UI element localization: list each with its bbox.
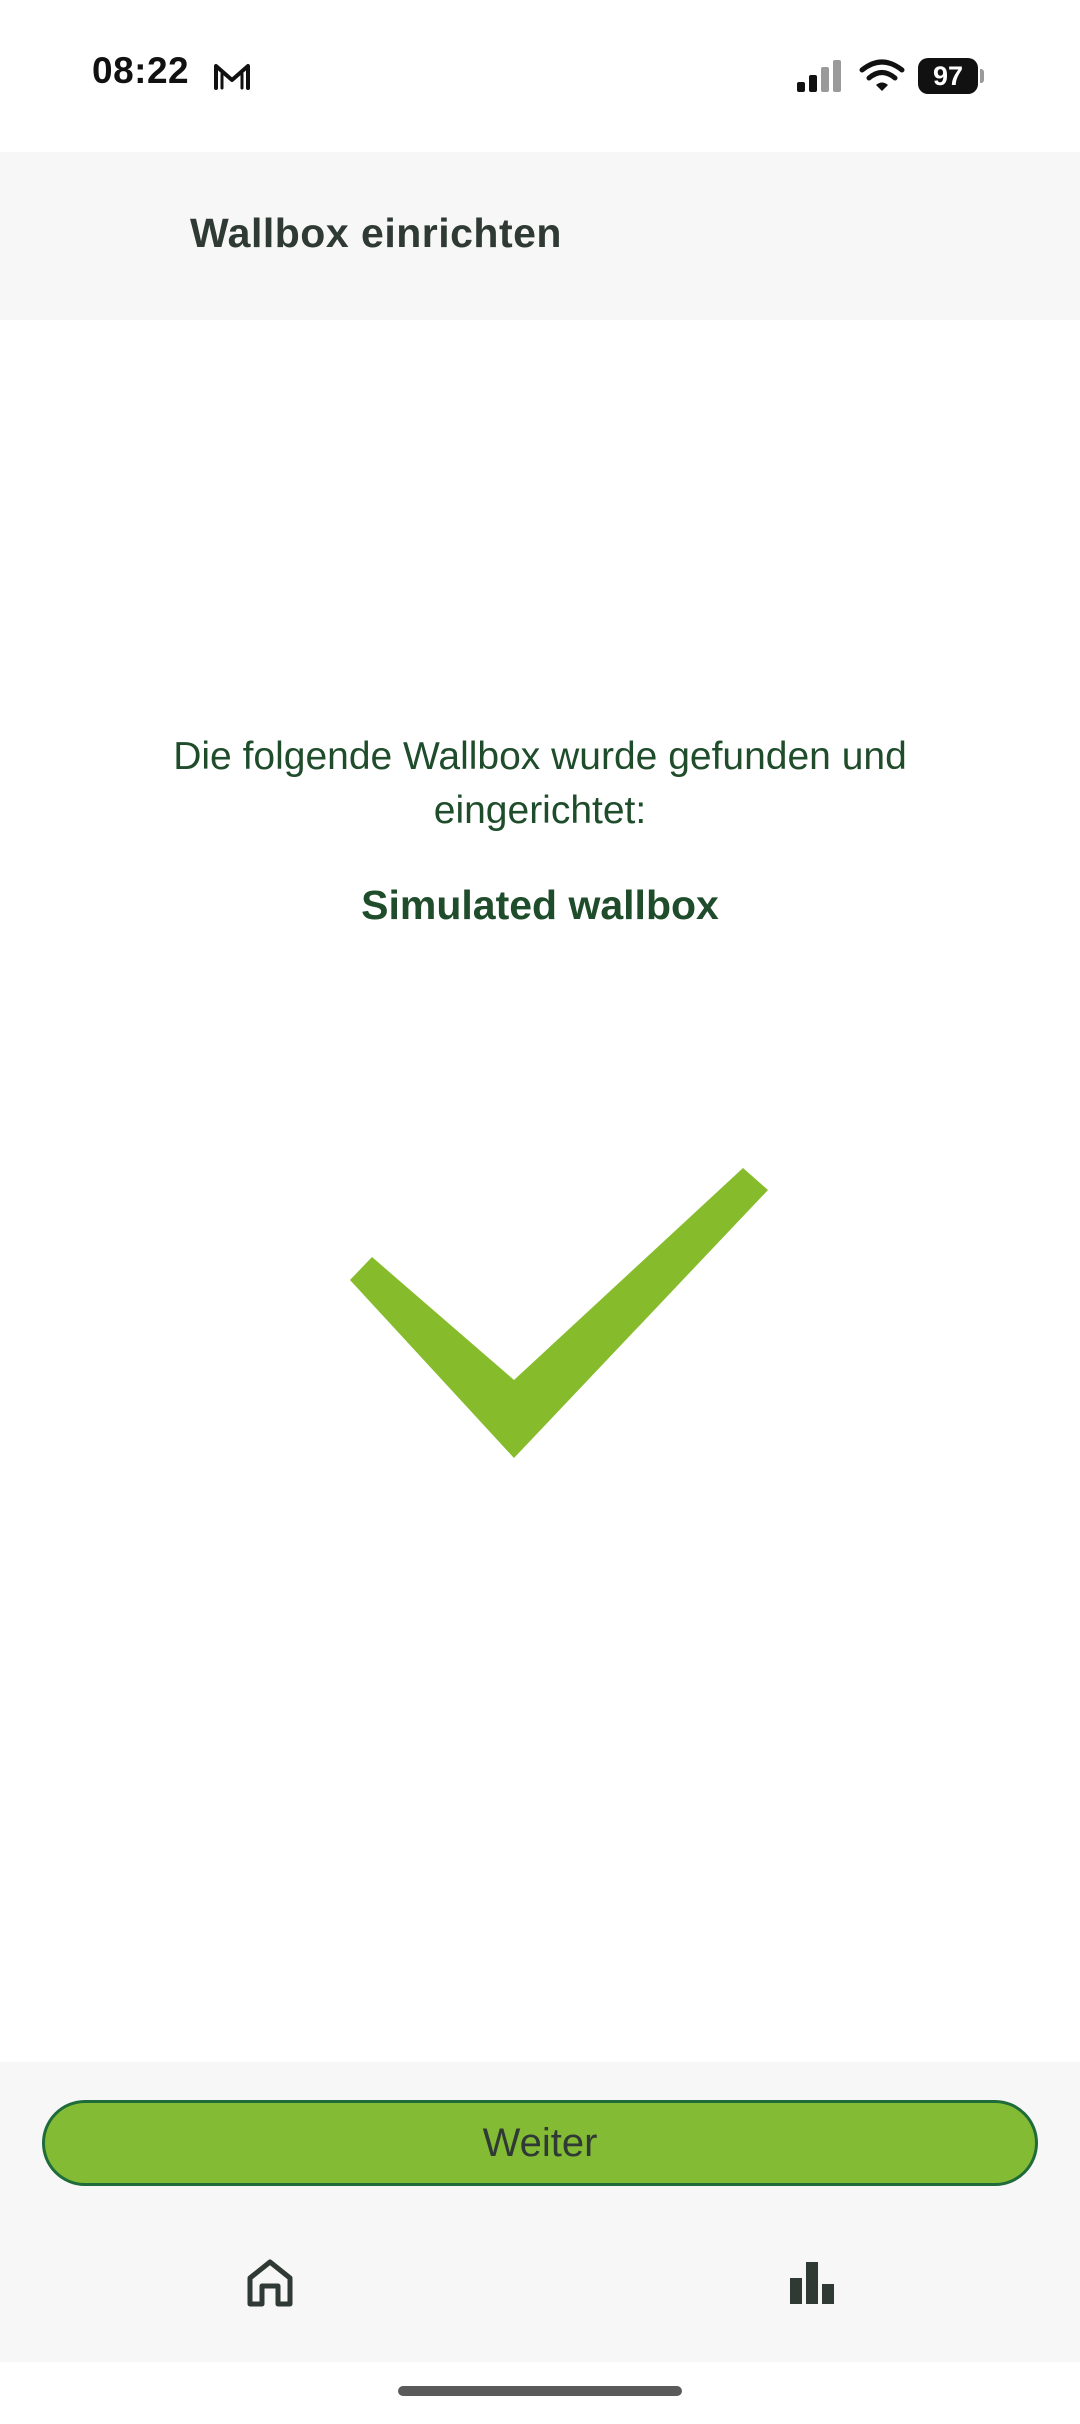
bottom-area: Weiter bbox=[0, 2062, 1080, 2362]
wifi-icon bbox=[859, 59, 905, 91]
battery-tip bbox=[980, 69, 984, 83]
home-indicator[interactable] bbox=[398, 2386, 682, 2396]
nav-home[interactable] bbox=[240, 2252, 300, 2312]
found-message: Die folgende Wallbox wurde gefunden und … bbox=[173, 735, 907, 832]
bar-chart-icon bbox=[790, 2262, 834, 2304]
page-title: Wallbox einrichten bbox=[190, 210, 562, 256]
screen: 08:22 97 Wallbox einrichten Die folgende… bbox=[0, 0, 1080, 2424]
checkmark-icon bbox=[350, 1168, 768, 1458]
nav-statistics[interactable] bbox=[782, 2252, 842, 2312]
home-icon bbox=[247, 2259, 293, 2307]
battery-level: 97 bbox=[918, 58, 978, 94]
wallbox-name: Simulated wallbox bbox=[361, 882, 719, 928]
battery-icon: 97 bbox=[918, 58, 984, 94]
mail-icon bbox=[214, 64, 250, 90]
status-bar: 08:22 97 bbox=[0, 0, 1080, 152]
continue-button[interactable]: Weiter bbox=[42, 2100, 1038, 2186]
app-header: Wallbox einrichten bbox=[0, 152, 1080, 320]
status-time: 08:22 bbox=[92, 50, 190, 91]
signal-icon bbox=[797, 60, 841, 92]
